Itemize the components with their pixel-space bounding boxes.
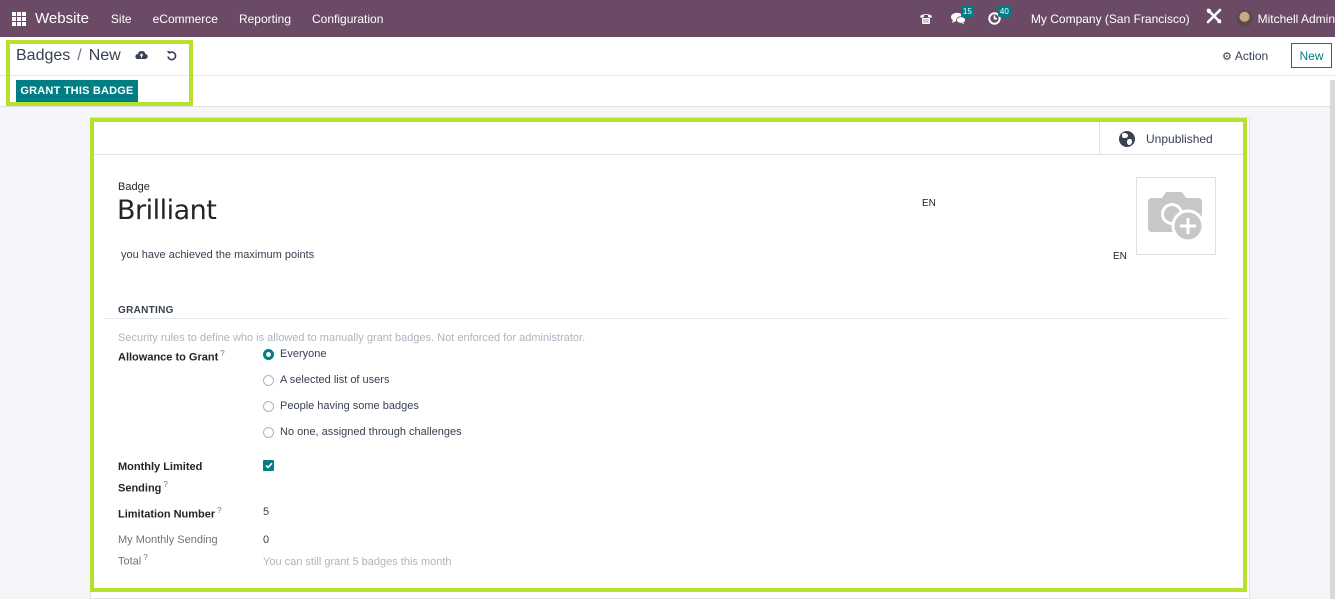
description-language-toggle[interactable]: EN bbox=[1113, 251, 1127, 262]
description-input[interactable]: you have achieved the maximum points bbox=[121, 249, 314, 261]
checkmark-icon bbox=[264, 462, 273, 469]
clock-icon[interactable]: 40 bbox=[988, 6, 1011, 25]
action-label: Action bbox=[1234, 49, 1269, 63]
globe-icon bbox=[1119, 130, 1135, 147]
radio-label: A selected list of users bbox=[280, 374, 390, 386]
remaining-grants-text: You can still grant 5 badges this month bbox=[263, 556, 452, 568]
tools-icon[interactable] bbox=[1206, 8, 1222, 29]
top-navbar: Website Site eCommerce Reporting Configu… bbox=[0, 0, 1335, 37]
monthly-limited-checkbox[interactable] bbox=[263, 460, 274, 471]
limitation-number-label: Limitation Number? bbox=[118, 502, 222, 524]
radio-option-having-badges[interactable]: People having some badges bbox=[263, 400, 419, 412]
menu-reporting[interactable]: Reporting bbox=[239, 12, 291, 26]
radio-button[interactable] bbox=[263, 426, 274, 438]
publish-status: Unpublished bbox=[1146, 131, 1213, 146]
menu-ecommerce[interactable]: eCommerce bbox=[153, 12, 218, 26]
radio-option-everyone[interactable]: Everyone bbox=[263, 348, 326, 360]
monthly-sending-total-value: 0 bbox=[263, 534, 270, 546]
menu-configuration[interactable]: Configuration bbox=[312, 12, 383, 26]
badge-name-input[interactable]: Brilliant bbox=[117, 195, 217, 226]
monthly-limited-sending-label: Monthly Limited Sending? bbox=[118, 458, 202, 498]
radio-option-no-one[interactable]: No one, assigned through challenges bbox=[263, 426, 462, 438]
highlight-box-control-panel bbox=[6, 40, 193, 106]
label-line-2: Total bbox=[118, 555, 142, 568]
chat-icon[interactable]: 15 bbox=[950, 6, 974, 25]
badge-field-label: Badge bbox=[118, 181, 150, 193]
apps-grid-icon[interactable] bbox=[12, 11, 26, 26]
allowance-label-text: Allowance to Grant bbox=[118, 351, 219, 364]
camera-plus-icon bbox=[1148, 192, 1205, 243]
app-name[interactable]: Website bbox=[35, 10, 89, 27]
phone-icon[interactable] bbox=[919, 12, 933, 25]
label-text: Limitation Number bbox=[118, 508, 216, 521]
radio-option-selected-users[interactable]: A selected list of users bbox=[263, 374, 389, 386]
user-name[interactable]: Mitchell Admin bbox=[1258, 12, 1335, 26]
publish-toggle-button[interactable]: Unpublished bbox=[1099, 122, 1243, 155]
tooltip-icon[interactable]: ? bbox=[143, 553, 147, 562]
granting-help-text: Security rules to define who is allowed … bbox=[118, 332, 586, 344]
messages-count-badge: 15 bbox=[960, 6, 974, 17]
granting-section-title: GRANTING bbox=[118, 305, 174, 316]
company-switcher[interactable]: My Company (San Francisco) bbox=[1031, 12, 1190, 26]
name-language-toggle[interactable]: EN bbox=[922, 198, 936, 209]
control-panel-divider bbox=[0, 75, 1335, 76]
control-panel: Badges / New GRANT THIS BADGE ⚙ Action N… bbox=[0, 37, 1335, 107]
label-line-1: Monthly Limited bbox=[118, 461, 203, 473]
radio-button-checked[interactable] bbox=[263, 348, 274, 360]
activities-count-badge: 40 bbox=[997, 6, 1011, 17]
radio-label: No one, assigned through challenges bbox=[280, 426, 462, 438]
action-menu-button[interactable]: ⚙ Action bbox=[1222, 49, 1268, 63]
user-avatar[interactable] bbox=[1235, 10, 1253, 27]
label-line-1: My Monthly Sending bbox=[118, 534, 218, 546]
limitation-number-input[interactable]: 5 bbox=[263, 506, 269, 518]
label-line-2: Sending bbox=[118, 482, 162, 495]
tooltip-icon[interactable]: ? bbox=[217, 506, 221, 515]
badge-image-upload[interactable] bbox=[1136, 177, 1216, 255]
form-status-bar bbox=[94, 122, 1243, 155]
tooltip-icon[interactable]: ? bbox=[163, 480, 167, 489]
gear-icon: ⚙ bbox=[1222, 50, 1232, 63]
radio-button[interactable] bbox=[263, 400, 274, 412]
allowance-to-grant-label: Allowance to Grant? bbox=[118, 345, 225, 367]
tooltip-icon[interactable]: ? bbox=[220, 349, 224, 358]
new-record-button[interactable]: New bbox=[1291, 43, 1332, 68]
monthly-sending-total-label: My Monthly Sending Total? bbox=[118, 531, 218, 571]
section-divider bbox=[104, 318, 1229, 319]
radio-label: People having some badges bbox=[280, 400, 419, 412]
radio-button[interactable] bbox=[263, 374, 274, 386]
menu-site[interactable]: Site bbox=[111, 12, 132, 26]
radio-label: Everyone bbox=[280, 348, 327, 360]
vertical-scrollbar[interactable] bbox=[1330, 80, 1335, 599]
